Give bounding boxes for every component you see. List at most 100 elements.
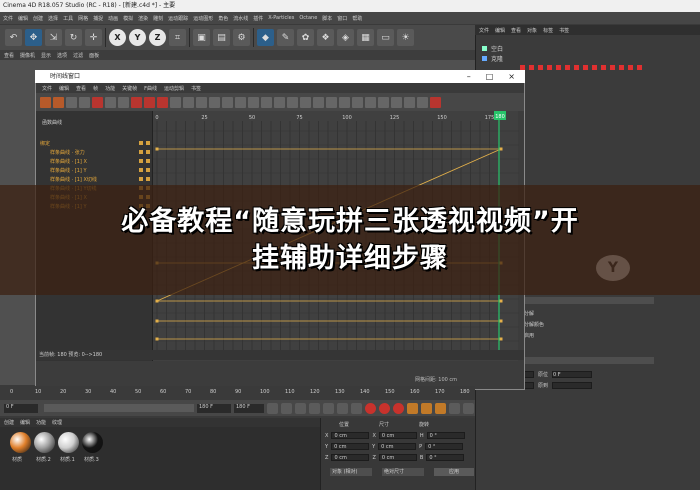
line-tool-icon[interactable] [261, 96, 272, 108]
close-button[interactable]: × [508, 70, 515, 83]
material-menu-item[interactable]: 创建 [4, 419, 14, 426]
rotation-key-icon[interactable] [435, 402, 446, 414]
camera-icon[interactable]: ▭ [377, 29, 394, 46]
menu-item[interactable]: 帮助 [352, 15, 362, 22]
menu-item[interactable]: 动画 [108, 15, 118, 22]
position-key-icon[interactable] [407, 402, 418, 414]
go-start-icon[interactable] [267, 402, 278, 414]
tag-icon[interactable] [628, 64, 633, 70]
track-key-icon[interactable] [146, 176, 150, 181]
object-row[interactable]: 空白 [482, 44, 503, 53]
key-step-icon[interactable] [144, 96, 155, 108]
track-key-icon[interactable] [146, 158, 150, 163]
prev-key-icon[interactable] [281, 402, 292, 414]
object-manager-menu-item[interactable]: 编辑 [495, 27, 505, 34]
axis-z-button[interactable]: Z [149, 29, 166, 46]
keyframe-point[interactable] [499, 337, 503, 341]
menu-item[interactable]: 编辑 [18, 15, 28, 22]
tag-icon[interactable] [583, 64, 588, 70]
timeline-menu-item[interactable]: 文件 [42, 85, 52, 92]
menu-item[interactable]: 雕刻 [153, 15, 163, 22]
play-icon[interactable] [309, 402, 320, 414]
keyframe-point[interactable] [155, 147, 159, 151]
size-field[interactable]: 0 cm [378, 454, 417, 461]
chart-icon[interactable] [352, 96, 363, 108]
next-key-icon[interactable] [337, 402, 348, 414]
key-selection-icon[interactable] [393, 402, 404, 414]
ease-both-icon[interactable] [196, 96, 207, 108]
tag-icon[interactable] [556, 64, 561, 70]
track-lock-icon[interactable] [139, 176, 143, 181]
menu-item[interactable]: 运动跟踪 [168, 15, 188, 22]
ease-out-icon[interactable] [183, 96, 194, 108]
scale-key-icon[interactable] [421, 402, 432, 414]
chart-icon[interactable] [313, 96, 324, 108]
render-picture-icon[interactable]: ▤ [213, 29, 230, 46]
size-mode-select[interactable]: 绝对尺寸 [382, 468, 424, 476]
scene-icon[interactable]: ▦ [357, 29, 374, 46]
menu-item[interactable]: 渲染 [138, 15, 148, 22]
lock-tangent-icon[interactable] [235, 96, 246, 108]
viewport-menu-item[interactable]: 选项 [57, 52, 67, 59]
material-swatch[interactable] [34, 432, 55, 453]
zoom-icon[interactable] [118, 96, 129, 108]
chart-icon[interactable] [365, 96, 376, 108]
track-row[interactable]: 绑定 [40, 140, 150, 147]
key-linear-icon[interactable] [131, 96, 142, 108]
track-row[interactable]: 样条曲线 · 张力 [40, 149, 150, 156]
attribute-field[interactable] [552, 382, 593, 389]
size-field[interactable]: 0 cm [378, 443, 417, 450]
tag-icon[interactable] [529, 64, 534, 70]
tag-icon[interactable] [538, 64, 543, 70]
tag-icon[interactable] [619, 64, 624, 70]
param-key-icon[interactable] [449, 402, 460, 414]
object-manager-menu-item[interactable]: 标签 [543, 27, 553, 34]
chart-icon[interactable] [391, 96, 402, 108]
material-swatch[interactable] [10, 432, 31, 453]
keyframe-point[interactable] [155, 319, 159, 323]
line-tool-icon[interactable] [274, 96, 285, 108]
settings-icon[interactable] [430, 96, 441, 108]
menu-item[interactable]: 模拟 [123, 15, 133, 22]
timeline-menu-item[interactable]: F曲线 [144, 85, 157, 92]
next-frame-icon[interactable] [323, 402, 334, 414]
viewport-menu-item[interactable]: 显示 [41, 52, 51, 59]
coordinate-mode-select[interactable]: 对象 (相对) [330, 468, 372, 476]
fcurve-mode-icon[interactable] [53, 96, 64, 108]
track-row[interactable]: 样条曲线 · [1] Y [40, 167, 150, 174]
timeline-menu-item[interactable]: 关键帧 [122, 85, 137, 92]
track-lock-icon[interactable] [139, 140, 143, 145]
rotation-field[interactable]: 0 ° [425, 443, 464, 450]
render-view-icon[interactable]: ▣ [193, 29, 210, 46]
menu-item[interactable]: 运动图形 [193, 15, 213, 22]
attribute-field[interactable]: 0 F [552, 371, 593, 378]
track-row[interactable]: 样条曲线 · [1] X切线 [40, 176, 150, 183]
viewport-menu-item[interactable]: 过滤 [73, 52, 83, 59]
move-tool-icon[interactable]: ✥ [25, 29, 42, 46]
snap-icon[interactable] [105, 96, 116, 108]
material-menu-item[interactable]: 编辑 [20, 419, 30, 426]
menu-item[interactable]: 流水线 [233, 15, 248, 22]
subdivision-icon[interactable]: ✿ [297, 29, 314, 46]
render-settings-icon[interactable]: ⚙ [233, 29, 250, 46]
chart-icon[interactable] [326, 96, 337, 108]
menu-item[interactable]: 工具 [63, 15, 73, 22]
pla-key-icon[interactable] [463, 402, 474, 414]
track-key-icon[interactable] [146, 149, 150, 154]
track-lock-icon[interactable] [139, 167, 143, 172]
tag-icon[interactable] [610, 64, 615, 70]
scale-tool-icon[interactable]: ⇲ [45, 29, 62, 46]
add-tool-icon[interactable]: ✛ [85, 29, 102, 46]
tag-icon[interactable] [592, 64, 597, 70]
menu-item[interactable]: 插件 [253, 15, 263, 22]
menu-item[interactable]: 网格 [78, 15, 88, 22]
keyframe-point[interactable] [499, 319, 503, 323]
object-manager-menu-item[interactable]: 书签 [559, 27, 569, 34]
start-frame-field[interactable]: 0 F [4, 403, 38, 413]
viewport-menu-item[interactable]: 面板 [89, 52, 99, 59]
rotation-field[interactable]: 0 ° [426, 454, 465, 461]
size-field[interactable]: 0 cm [378, 432, 417, 439]
position-field[interactable]: 0 cm [331, 454, 370, 461]
track-lock-icon[interactable] [139, 149, 143, 154]
timeline-menu-item[interactable]: 书签 [191, 85, 201, 92]
